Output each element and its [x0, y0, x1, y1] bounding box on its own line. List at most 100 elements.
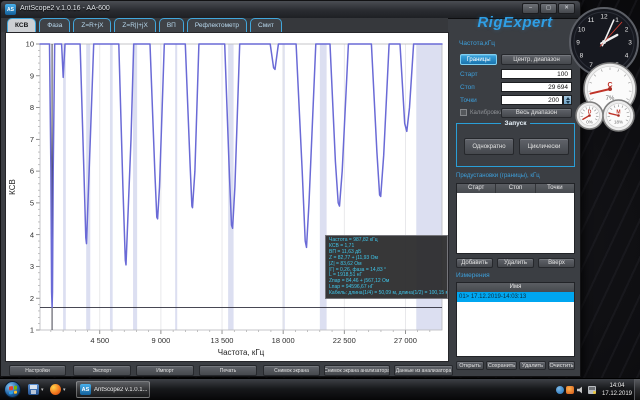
taskbar-date: 17.12.2019: [598, 390, 636, 398]
floppy-dropdown-arrow[interactable]: ▾: [41, 387, 44, 393]
points-stepper[interactable]: [563, 95, 572, 105]
taskbar-time: 14:04: [598, 382, 636, 390]
firefox-icon[interactable]: [50, 384, 61, 395]
svg-text:12: 12: [600, 13, 608, 20]
rigexpert-logo: RigExpert: [449, 14, 581, 31]
measurement-open-button[interactable]: Открыть: [456, 361, 484, 370]
full-range-button[interactable]: Весь диапазон: [501, 108, 572, 118]
measurement-delete-button[interactable]: Удалить: [519, 361, 546, 370]
tab-swr[interactable]: КСВ: [7, 18, 36, 32]
windows-logo-icon: [9, 386, 17, 395]
tray-network-icon[interactable]: [556, 386, 564, 394]
svg-text:3: 3: [30, 262, 34, 271]
stop-input[interactable]: [501, 82, 572, 92]
points-input[interactable]: [501, 95, 563, 105]
antscope-task-label: AntScope2 v.1.0.1...: [94, 387, 148, 393]
desktop: AS AntScope2 v.1.0.16 - AA-600 – ▢ ✕ КСВ…: [0, 0, 640, 400]
run-group: Запуск Однократно Циклически: [456, 123, 575, 167]
app-icon: AS: [5, 4, 16, 15]
tray-antivirus-icon[interactable]: [566, 386, 574, 394]
start-button[interactable]: [4, 381, 21, 398]
svg-text:7: 7: [30, 135, 34, 144]
firefox-dropdown-arrow[interactable]: ▾: [63, 387, 66, 393]
svg-text:10: 10: [26, 40, 34, 49]
tray-keyboard-layout-icon[interactable]: [588, 386, 596, 394]
svg-text:18%: 18%: [614, 120, 623, 125]
presets-col-start: Старт: [457, 184, 496, 193]
measurement-save-button[interactable]: Сохранить: [486, 361, 517, 370]
maximize-button[interactable]: ▢: [540, 3, 557, 14]
svg-text:18 000: 18 000: [272, 336, 295, 345]
measurement-row[interactable]: 01> 17.12.2019-14:03:13: [457, 292, 574, 302]
window-title: AntScope2 v.1.0.16 - AA-600: [20, 5, 110, 12]
svg-text:10: 10: [578, 26, 586, 33]
svg-text:Частота, кГц: Частота, кГц: [218, 348, 265, 357]
memory-gauge: M18%: [602, 99, 635, 132]
svg-text:13 500: 13 500: [211, 336, 234, 345]
svg-text:27 000: 27 000: [394, 336, 417, 345]
tab-z-series[interactable]: Z=R+jX: [73, 18, 111, 32]
svg-text:1: 1: [615, 17, 619, 24]
export-button[interactable]: Экспорт: [73, 365, 131, 376]
presets-col-points: Точки: [536, 184, 574, 193]
svg-text:КСВ: КСВ: [8, 179, 17, 195]
taskbar-clock[interactable]: 14:04 17.12.2019: [598, 382, 636, 398]
tab-phase[interactable]: Фаза: [39, 18, 70, 32]
svg-text:1: 1: [30, 326, 34, 335]
start-input[interactable]: [501, 69, 572, 79]
svg-text:11: 11: [588, 17, 595, 24]
preset-delete-button[interactable]: Удалить: [497, 258, 534, 268]
svg-text:4: 4: [30, 230, 34, 239]
svg-text:0%: 0%: [586, 120, 593, 125]
start-label: Старт: [460, 71, 478, 78]
measurements-table[interactable]: Имя 01> 17.12.2019-14:03:13: [456, 282, 575, 357]
analyzer-screenshot-button[interactable]: Снимок экрана анализатора: [324, 365, 390, 376]
import-button[interactable]: Импорт: [136, 365, 194, 376]
tab-tdr[interactable]: Рефлектометр: [187, 18, 247, 32]
bounds-mode-button[interactable]: Границы: [460, 54, 497, 65]
preset-up-button[interactable]: Вверх: [538, 258, 575, 268]
disk-dial-gadget[interactable]: D0%: [575, 101, 604, 135]
swr-chart[interactable]: 4 5009 00013 50018 00022 50027 000123456…: [6, 33, 448, 361]
floppy-launcher-icon[interactable]: [28, 384, 39, 395]
minimize-button[interactable]: –: [522, 3, 539, 14]
center-span-mode-button[interactable]: Центр, диапазон: [501, 54, 572, 65]
tab-smith[interactable]: Смит: [250, 18, 282, 32]
taskbar: ▾ ▾ AS AntScope2 v.1.0.1... 14:04 17.12.…: [0, 378, 640, 400]
settings-button[interactable]: Настройки: [9, 365, 66, 376]
measurements-col-name: Имя: [457, 283, 574, 292]
tab-return-loss[interactable]: ВП: [159, 18, 184, 32]
svg-text:9: 9: [30, 71, 34, 80]
preset-add-button[interactable]: Добавить: [456, 258, 493, 268]
svg-text:6: 6: [30, 167, 34, 176]
antscope-window: AS AntScope2 v.1.0.16 - AA-600 – ▢ ✕ КСВ…: [0, 0, 581, 377]
measurement-clear-button[interactable]: Очистить: [548, 361, 575, 370]
svg-text:9 000: 9 000: [152, 336, 171, 345]
antscope-task-icon: AS: [80, 384, 91, 395]
analyzer-data-button[interactable]: Данные из анализатора: [394, 365, 453, 376]
svg-text:4: 4: [625, 52, 629, 59]
run-cyclic-button[interactable]: Циклически: [519, 138, 569, 155]
stop-label: Стоп: [460, 84, 475, 91]
print-button[interactable]: Печать: [199, 365, 257, 376]
antscope-taskbar-button[interactable]: AS AntScope2 v.1.0.1...: [76, 381, 150, 398]
svg-text:5: 5: [30, 198, 34, 207]
show-desktop-button[interactable]: [634, 379, 640, 400]
svg-text:2: 2: [30, 294, 34, 303]
calibration-label: Калибровка: [470, 110, 503, 116]
tab-z-parallel[interactable]: Z=R||+jX: [114, 18, 155, 32]
svg-text:9: 9: [576, 39, 580, 46]
svg-text:2: 2: [625, 26, 629, 33]
tab-bar: КСВ Фаза Z=R+jX Z=R||+jX ВП Рефлектометр…: [1, 18, 448, 32]
screenshot-button[interactable]: Снимок экрана: [263, 365, 320, 376]
run-group-title: Запуск: [501, 120, 531, 127]
memory-dial-gadget[interactable]: M18%: [602, 99, 635, 137]
tray-volume-icon[interactable]: [577, 386, 585, 394]
presets-table[interactable]: Старт Стоп Точки: [456, 183, 575, 254]
calibration-checkbox[interactable]: [460, 109, 467, 116]
frequency-label: Частота,кГц: [459, 40, 495, 47]
run-once-button[interactable]: Однократно: [464, 138, 514, 155]
svg-text:22 500: 22 500: [333, 336, 356, 345]
presets-col-stop: Стоп: [496, 184, 535, 193]
svg-text:8: 8: [580, 52, 584, 59]
